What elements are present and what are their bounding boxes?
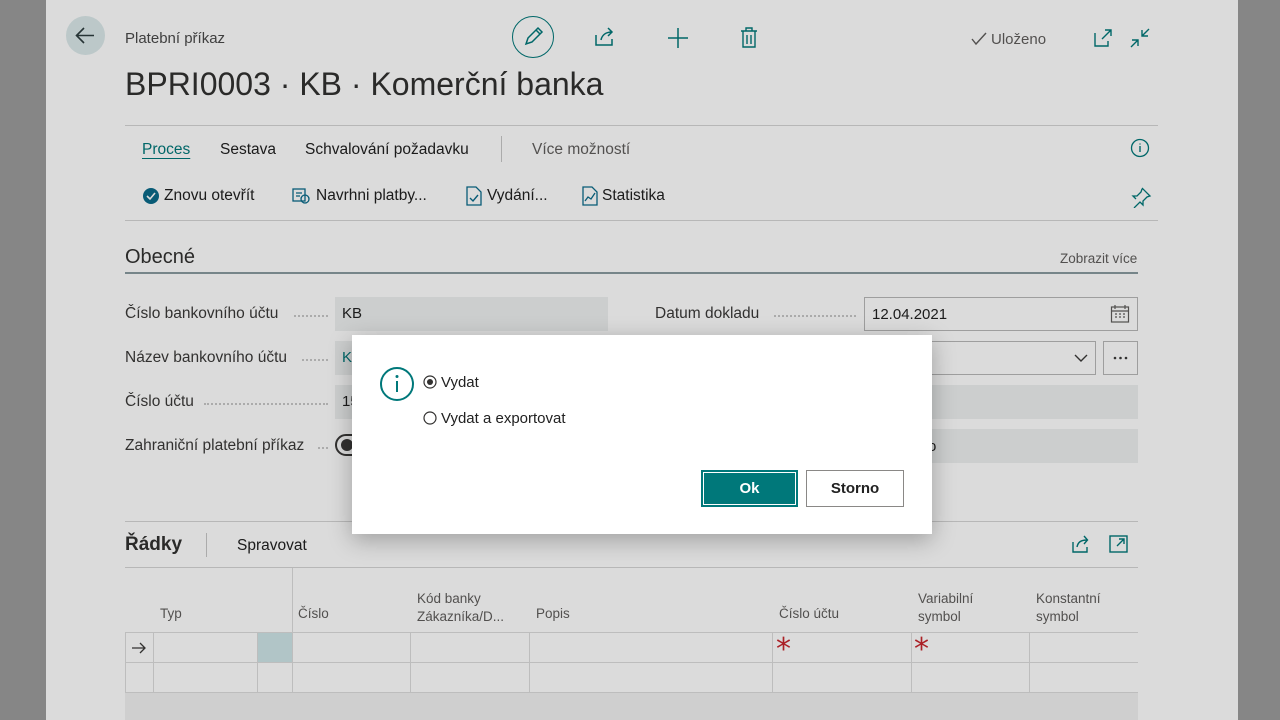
option-vydat-label: Vydat: [441, 374, 479, 391]
radio-unselected-icon[interactable]: [423, 411, 437, 425]
info-icon: [379, 366, 415, 402]
cancel-button[interactable]: Storno: [806, 470, 904, 507]
ok-button[interactable]: Ok: [701, 470, 798, 507]
release-dialog: Vydat Vydat a exportovat Ok Storno: [352, 335, 932, 534]
radio-selected-icon[interactable]: [423, 375, 437, 389]
option-vydat-exportovat-label: Vydat a exportovat: [441, 410, 566, 427]
